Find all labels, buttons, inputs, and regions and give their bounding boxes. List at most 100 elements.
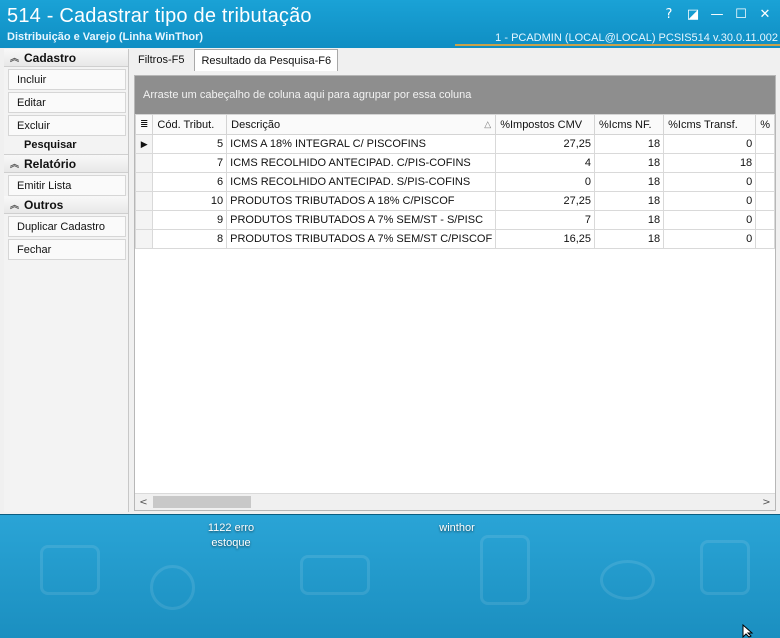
cell-icms-nf[interactable]: 18 bbox=[593, 134, 665, 154]
cell-cod[interactable]: 7 bbox=[152, 153, 228, 173]
table-row[interactable]: 10 PRODUTOS TRIBUTADOS A 18% C/PISCOF 27… bbox=[134, 191, 775, 211]
session-status: 1 - PCADMIN (LOCAL@LOCAL) PCSIS514 v.30.… bbox=[495, 32, 778, 44]
desktop-icon-label: winthor bbox=[439, 522, 475, 534]
cell-truncated[interactable] bbox=[755, 153, 775, 173]
row-indicator bbox=[134, 191, 154, 211]
column-header-cod[interactable]: Cód. Tribut. bbox=[152, 114, 228, 135]
header-row: ≣ Cód. Tribut. Descrição △ %Impostos CMV… bbox=[134, 114, 775, 135]
tab-resultado[interactable]: Resultado da Pesquisa-F6 bbox=[194, 49, 339, 71]
cell-impostos-cmv[interactable]: 0 bbox=[495, 172, 595, 192]
wallpaper-shape bbox=[300, 555, 370, 595]
duplicar-cadastro-button[interactable]: Duplicar Cadastro bbox=[8, 216, 126, 237]
cell-icms-transf[interactable]: 0 bbox=[663, 229, 757, 249]
cell-truncated[interactable] bbox=[755, 134, 775, 154]
cell-truncated[interactable] bbox=[755, 191, 775, 211]
cell-descricao[interactable]: ICMS RECOLHIDO ANTECIPAD. C/PIS-COFINS bbox=[226, 153, 497, 173]
fechar-button[interactable]: Fechar bbox=[8, 239, 126, 260]
emitir-lista-button[interactable]: Emitir Lista bbox=[8, 175, 126, 196]
dock-icon[interactable]: ◪ bbox=[684, 6, 702, 24]
wallpaper-shape bbox=[700, 540, 750, 595]
cell-truncated[interactable] bbox=[755, 172, 775, 192]
cell-icms-nf[interactable]: 18 bbox=[593, 229, 665, 249]
cell-descricao[interactable]: ICMS A 18% INTEGRAL C/ PISCOFINS bbox=[226, 134, 497, 154]
cell-icms-nf[interactable]: 18 bbox=[593, 153, 665, 173]
cell-cod[interactable]: 6 bbox=[152, 172, 228, 192]
chevron-up-icon: ︽ bbox=[10, 159, 20, 169]
column-header-icms-transf[interactable]: %Icms Transf. bbox=[663, 114, 757, 135]
cell-descricao[interactable]: ICMS RECOLHIDO ANTECIPAD. S/PIS-COFINS bbox=[226, 172, 497, 192]
mouse-cursor-icon bbox=[742, 624, 754, 638]
table-row[interactable]: 9 PRODUTOS TRIBUTADOS A 7% SEM/ST - S/PI… bbox=[134, 210, 775, 230]
excluir-button[interactable]: Excluir bbox=[8, 115, 126, 136]
column-header-icms-nf[interactable]: %Icms NF. bbox=[593, 114, 665, 135]
section-header-outros[interactable]: ︽ Outros bbox=[4, 196, 128, 214]
cell-cod[interactable]: 8 bbox=[152, 229, 228, 249]
scroll-right-icon[interactable]: > bbox=[758, 494, 775, 511]
group-by-panel[interactable]: Arraste um cabeçalho de coluna aqui para… bbox=[135, 76, 775, 114]
tab-bar: Filtros-F5 Resultado da Pesquisa-F6 bbox=[132, 49, 339, 71]
table-row[interactable]: 6 ICMS RECOLHIDO ANTECIPAD. S/PIS-COFINS… bbox=[134, 172, 775, 192]
cell-cod[interactable]: 9 bbox=[152, 210, 228, 230]
column-header-impostos-cmv[interactable]: %Impostos CMV bbox=[495, 114, 595, 135]
scroll-thumb[interactable] bbox=[153, 496, 251, 508]
cell-descricao[interactable]: PRODUTOS TRIBUTADOS A 7% SEM/ST C/PISCOF bbox=[226, 229, 497, 249]
chevron-up-icon: ︽ bbox=[10, 53, 20, 63]
desktop-icon-1122-erro-estoque[interactable]: 1122 erro estoque bbox=[196, 521, 266, 551]
cell-icms-transf[interactable]: 18 bbox=[663, 153, 757, 173]
column-chooser-icon[interactable]: ≣ bbox=[134, 114, 154, 135]
desktop-background bbox=[0, 515, 780, 638]
cell-impostos-cmv[interactable]: 27,25 bbox=[495, 191, 595, 211]
tab-filtros[interactable]: Filtros-F5 bbox=[132, 49, 190, 71]
results-grid: Arraste um cabeçalho de coluna aqui para… bbox=[134, 75, 776, 511]
cell-descricao[interactable]: PRODUTOS TRIBUTADOS A 7% SEM/ST - S/PISC bbox=[226, 210, 497, 230]
column-header-descricao[interactable]: Descrição △ bbox=[226, 114, 497, 135]
row-indicator bbox=[134, 153, 154, 173]
window-title: 514 - Cadastrar tipo de tributação bbox=[7, 5, 312, 27]
cell-impostos-cmv[interactable]: 4 bbox=[495, 153, 595, 173]
close-icon[interactable]: ✕ bbox=[756, 6, 774, 24]
cell-impostos-cmv[interactable]: 16,25 bbox=[495, 229, 595, 249]
row-indicator bbox=[134, 172, 154, 192]
wallpaper-shape bbox=[40, 545, 100, 595]
cell-icms-transf[interactable]: 0 bbox=[663, 191, 757, 211]
cell-descricao[interactable]: PRODUTOS TRIBUTADOS A 18% C/PISCOF bbox=[226, 191, 497, 211]
window-subtitle: Distribuição e Varejo (Linha WinThor) bbox=[7, 31, 204, 43]
status-underline bbox=[455, 44, 780, 46]
cell-cod[interactable]: 5 bbox=[152, 134, 228, 154]
desktop-icon-label: estoque bbox=[211, 537, 251, 549]
sidebar: ︽ Cadastro Incluir Editar Excluir Pesqui… bbox=[4, 49, 129, 512]
cell-icms-transf[interactable]: 0 bbox=[663, 172, 757, 192]
title-bar[interactable]: 514 - Cadastrar tipo de tributação Distr… bbox=[0, 0, 780, 48]
section-label: Relatório bbox=[24, 156, 77, 171]
horizontal-scrollbar[interactable]: < > bbox=[135, 493, 775, 510]
pesquisar-button[interactable]: Pesquisar bbox=[4, 139, 128, 155]
table-row[interactable]: ▶ 5 ICMS A 18% INTEGRAL C/ PISCOFINS 27,… bbox=[134, 134, 775, 154]
incluir-button[interactable]: Incluir bbox=[8, 69, 126, 90]
row-indicator bbox=[134, 229, 154, 249]
scroll-left-icon[interactable]: < bbox=[135, 494, 152, 511]
table-row[interactable]: 8 PRODUTOS TRIBUTADOS A 7% SEM/ST C/PISC… bbox=[134, 229, 775, 249]
minimize-icon[interactable]: — bbox=[708, 6, 726, 24]
cell-impostos-cmv[interactable]: 7 bbox=[495, 210, 595, 230]
maximize-icon[interactable]: ☐ bbox=[732, 6, 750, 24]
desktop-icon-winthor[interactable]: winthor bbox=[422, 521, 492, 536]
cell-icms-transf[interactable]: 0 bbox=[663, 210, 757, 230]
help-icon[interactable]: ? bbox=[660, 6, 678, 24]
cell-cod[interactable]: 10 bbox=[152, 191, 228, 211]
section-header-relatorio[interactable]: ︽ Relatório bbox=[4, 155, 128, 173]
cell-icms-transf[interactable]: 0 bbox=[663, 134, 757, 154]
cell-truncated[interactable] bbox=[755, 210, 775, 230]
cell-icms-nf[interactable]: 18 bbox=[593, 210, 665, 230]
cell-icms-nf[interactable]: 18 bbox=[593, 191, 665, 211]
editar-button[interactable]: Editar bbox=[8, 92, 126, 113]
column-header-truncated[interactable]: % bbox=[755, 114, 775, 135]
cell-impostos-cmv[interactable]: 27,25 bbox=[495, 134, 595, 154]
cell-icms-nf[interactable]: 18 bbox=[593, 172, 665, 192]
wallpaper-shape bbox=[480, 535, 530, 605]
column-header-label: Descrição bbox=[231, 118, 281, 131]
main-content: Filtros-F5 Resultado da Pesquisa-F6 Arra… bbox=[132, 49, 778, 512]
cell-truncated[interactable] bbox=[755, 229, 775, 249]
table-row[interactable]: 7 ICMS RECOLHIDO ANTECIPAD. C/PIS-COFINS… bbox=[134, 153, 775, 173]
chevron-up-icon: ︽ bbox=[10, 200, 20, 210]
section-header-cadastro[interactable]: ︽ Cadastro bbox=[4, 49, 128, 67]
